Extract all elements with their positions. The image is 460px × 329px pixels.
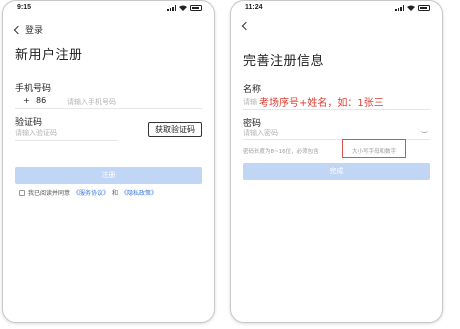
page-title: 完善注册信息 <box>243 54 325 69</box>
signal-icon <box>395 5 404 11</box>
status-bar: 9:15 <box>3 4 214 14</box>
complete-info-screen: 11:24 完善注册信息 名称 请输 考场序号+姓名，如：1张三 密码 请输入密… <box>230 0 443 323</box>
battery-icon <box>190 5 202 11</box>
back-button[interactable] <box>241 21 251 31</box>
agreement-row: 我已阅读并同意 《服务协议》 和 《隐私政策》 <box>19 188 157 197</box>
chevron-left-icon <box>241 21 251 31</box>
code-label: 验证码 <box>15 118 43 128</box>
divider <box>243 109 430 110</box>
status-bar: 11:24 <box>231 4 442 14</box>
register-screen: 9:15 登录 新用户注册 手机号码 + 86 请输入手机号码 验证码 请输入验… <box>2 0 215 323</box>
phone-label: 手机号码 <box>15 84 52 94</box>
divider <box>15 108 202 109</box>
wifi-icon <box>407 5 415 11</box>
status-time: 9:15 <box>17 4 32 11</box>
eye-closed-icon[interactable] <box>421 130 428 133</box>
service-agreement-link[interactable]: 《服务协议》 <box>73 188 109 197</box>
phone-input[interactable]: 请输入手机号码 <box>67 97 116 107</box>
status-time: 11:24 <box>245 4 263 11</box>
divider <box>15 140 118 141</box>
privacy-policy-link[interactable]: 《隐私政策》 <box>121 188 157 197</box>
wifi-icon <box>179 5 187 11</box>
plus-sign: + <box>23 96 30 105</box>
page-title: 新用户注册 <box>15 48 83 63</box>
battery-icon <box>418 5 430 11</box>
and-text: 和 <box>112 190 119 197</box>
name-input[interactable]: 请输 <box>243 97 257 107</box>
back-button[interactable]: 登录 <box>13 23 44 36</box>
password-input[interactable]: 请输入密码 <box>243 128 278 138</box>
country-code-select[interactable]: 86 <box>36 96 46 105</box>
agree-checkbox[interactable] <box>19 189 25 196</box>
back-label: 登录 <box>25 26 44 36</box>
annotation-text: 考场序号+姓名，如：1张三 <box>259 98 384 109</box>
password-hint: 密码长度为8~16位，必须包含 <box>243 149 319 155</box>
agree-text: 我已阅读并同意 <box>28 190 71 197</box>
done-button[interactable]: 完成 <box>243 163 430 180</box>
chevron-left-icon <box>13 25 23 34</box>
signal-icon <box>167 5 176 11</box>
code-input[interactable]: 请输入验证码 <box>15 128 57 138</box>
annotation-box <box>342 139 406 158</box>
register-button[interactable]: 注册 <box>15 167 202 184</box>
get-code-button[interactable]: 获取验证码 <box>148 122 202 137</box>
